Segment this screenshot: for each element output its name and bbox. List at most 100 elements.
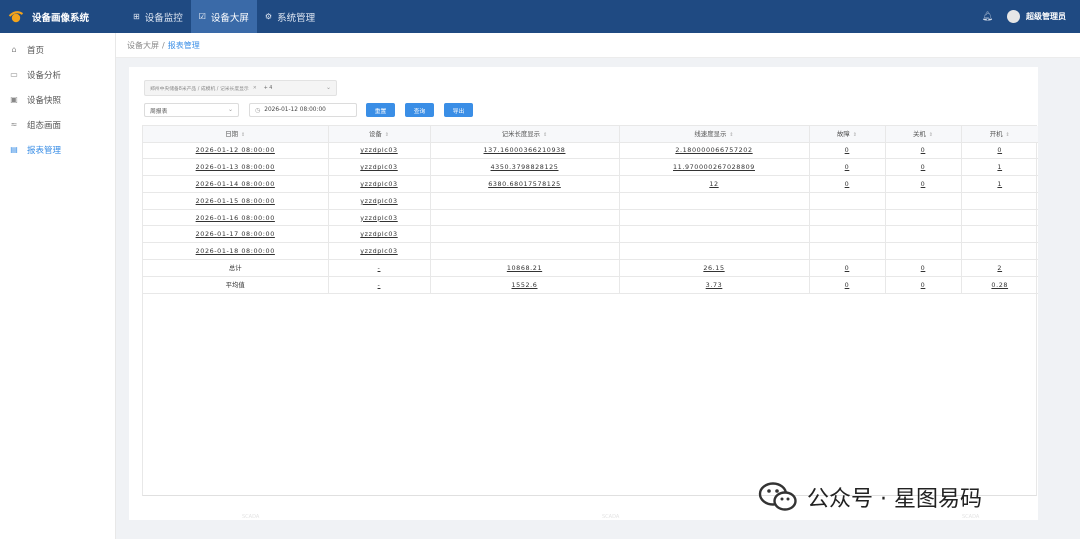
cell-value[interactable]: 0 <box>845 180 850 188</box>
cell-value[interactable]: 2026-01-15 08:00:00 <box>196 197 275 205</box>
faint-watermark: SCADA <box>242 514 260 520</box>
avatar[interactable] <box>1007 10 1020 23</box>
cell-value[interactable]: 4350.3798828125 <box>491 163 559 171</box>
cell-value[interactable]: yzzdplc03 <box>360 230 397 238</box>
bell-icon[interactable]: 🔔︎ <box>982 12 993 22</box>
report-type-select[interactable]: 周报表 ⌄ <box>144 103 239 117</box>
column-header[interactable]: 日期 ⇕ <box>143 126 329 143</box>
export-button[interactable]: 导出 <box>444 103 473 117</box>
table-cell: 平均值 <box>143 276 329 294</box>
table-cell: yzzdplc03 <box>328 209 431 227</box>
cell-value[interactable]: 1 <box>997 163 1002 171</box>
cell-value[interactable]: 11.970000267028809 <box>673 163 755 171</box>
column-header[interactable]: 线速度显示 ⇕ <box>619 126 810 143</box>
sort-icon[interactable]: ⇕ <box>729 132 733 138</box>
sort-icon[interactable]: ⇕ <box>853 132 857 138</box>
app-title: 设备画像系统 <box>32 12 90 24</box>
sidebar-item-label: 设备快照 <box>27 95 62 106</box>
breadcrumb-separator: / <box>162 40 165 50</box>
cell-value[interactable]: 2026-01-17 08:00:00 <box>196 230 275 238</box>
table-cell <box>619 225 810 244</box>
cell-value[interactable]: 137.16000366210938 <box>484 146 566 154</box>
user-name[interactable]: 超级管理员 <box>1026 11 1066 22</box>
watermark-text: 公众号 · 星图易码 <box>807 487 982 512</box>
cell-value[interactable]: 0 <box>845 264 850 272</box>
sort-icon[interactable]: ⇕ <box>543 132 547 138</box>
cell-value[interactable]: 2026-01-12 08:00:00 <box>196 146 275 154</box>
column-header[interactable]: 关机 ⇕ <box>885 126 962 143</box>
cell-value[interactable]: - <box>378 264 381 272</box>
breadcrumb-parent[interactable]: 设备大屏 <box>127 40 159 51</box>
table-row: 总计 - 10868.21 26.15 0 0 2 <box>143 259 1038 277</box>
cell-value[interactable]: 2.180000066757202 <box>675 146 752 154</box>
device-cascader[interactable]: 郑州中央储备8米产品 / 成模机 / 记米长度显示 ✕ + 4 ⌄ <box>144 80 337 96</box>
column-header[interactable]: 故障 ⇕ <box>809 126 886 143</box>
column-header-label: 线速度显示 <box>694 130 727 139</box>
reset-button[interactable]: 重置 <box>366 103 395 117</box>
cell-value[interactable]: 0 <box>921 264 926 272</box>
topnav-item-device-screen[interactable]: ☑ 设备大屏 <box>190 0 257 33</box>
wechat-watermark: 公众号 · 星图易码 <box>758 481 982 513</box>
table-cell: yzzdplc03 <box>328 175 431 193</box>
sort-icon[interactable]: ⇕ <box>385 132 389 138</box>
cell-value[interactable]: 6380.68017578125 <box>488 180 561 188</box>
sidebar-item-device-snapshot[interactable]: ▣ 设备快照 <box>0 87 115 112</box>
topnav-item-device-monitor[interactable]: ⊞ 设备监控 <box>125 0 191 33</box>
cell-value[interactable]: yzzdplc03 <box>360 197 397 205</box>
cell-value[interactable]: 2 <box>997 264 1002 272</box>
cell-value[interactable]: 1 <box>997 180 1002 188</box>
cell-value[interactable]: 1552.6 <box>512 281 538 289</box>
cell-value[interactable]: 0 <box>921 146 926 154</box>
table-cell: 0 <box>809 175 886 193</box>
close-icon[interactable]: ✕ <box>253 86 257 91</box>
sidebar-item-scada[interactable]: ≈ 组态画面 <box>0 112 115 137</box>
cell-value[interactable]: yzzdplc03 <box>360 163 397 171</box>
sidebar-item-home[interactable]: ⌂ 首页 <box>0 37 115 62</box>
cell-value[interactable]: 0 <box>921 163 926 171</box>
date-picker[interactable]: ◷ 2026-01-12 08:00:00 <box>249 103 357 117</box>
query-button[interactable]: 查询 <box>405 103 434 117</box>
table-cell: 2026-01-15 08:00:00 <box>143 192 329 210</box>
cell-value[interactable]: 0 <box>845 281 850 289</box>
cell-value[interactable]: 3.73 <box>706 281 723 289</box>
sidebar-item-device-analysis[interactable]: ▭ 设备分析 <box>0 62 115 87</box>
cell-value[interactable]: 2026-01-16 08:00:00 <box>196 214 275 222</box>
table-cell: yzzdplc03 <box>328 242 431 261</box>
sort-icon[interactable]: ⇕ <box>929 132 933 138</box>
sort-icon[interactable]: ⇕ <box>241 132 245 138</box>
cell-value[interactable]: yzzdplc03 <box>360 180 397 188</box>
column-header[interactable]: 记米长度显示 ⇕ <box>430 126 620 143</box>
cell-value[interactable]: yzzdplc03 <box>360 146 397 154</box>
sort-icon[interactable]: ⇕ <box>1006 132 1010 138</box>
cell-value[interactable]: yzzdplc03 <box>360 214 397 222</box>
table-cell <box>809 225 886 244</box>
column-header[interactable]: 设备 ⇕ <box>328 126 431 143</box>
table-cell: 0 <box>885 276 962 294</box>
logo[interactable]: 设备画像系统 <box>0 0 115 33</box>
chevron-down-icon: ⌄ <box>325 84 331 91</box>
cell-value[interactable]: 0 <box>921 180 926 188</box>
cell-value[interactable]: 2026-01-18 08:00:00 <box>196 247 275 255</box>
table-row: 2026-01-17 08:00:00 yzzdplc03 <box>143 225 1038 244</box>
topnav-label: 设备监控 <box>144 12 183 24</box>
table-cell: 0 <box>885 259 962 277</box>
column-header[interactable]: 开机 ⇕ <box>961 126 1038 143</box>
cell-value[interactable]: 12 <box>709 180 718 188</box>
cell-value[interactable]: - <box>378 281 381 289</box>
cell-value[interactable]: yzzdplc03 <box>360 247 397 255</box>
table-cell <box>961 209 1038 227</box>
column-header-label: 故障 <box>837 130 850 139</box>
sidebar-item-report-manage[interactable]: ▤ 报表管理 <box>0 137 115 162</box>
topnav-item-system-manage[interactable]: ⚙ 系统管理 <box>257 0 323 33</box>
cell-value[interactable]: 0 <box>845 146 850 154</box>
cell-value[interactable]: 0 <box>845 163 850 171</box>
cell-value[interactable]: 0.28 <box>991 281 1008 289</box>
cell-value[interactable]: 26.15 <box>703 264 724 272</box>
cell-value[interactable]: 2026-01-13 08:00:00 <box>196 163 275 171</box>
cell-value[interactable]: 10868.21 <box>507 264 542 272</box>
table-cell: 10868.21 <box>430 259 620 277</box>
cell-value[interactable]: 0 <box>997 146 1002 154</box>
table-cell <box>961 242 1038 261</box>
cell-value[interactable]: 2026-01-14 08:00:00 <box>196 180 275 188</box>
cell-value[interactable]: 0 <box>921 281 926 289</box>
